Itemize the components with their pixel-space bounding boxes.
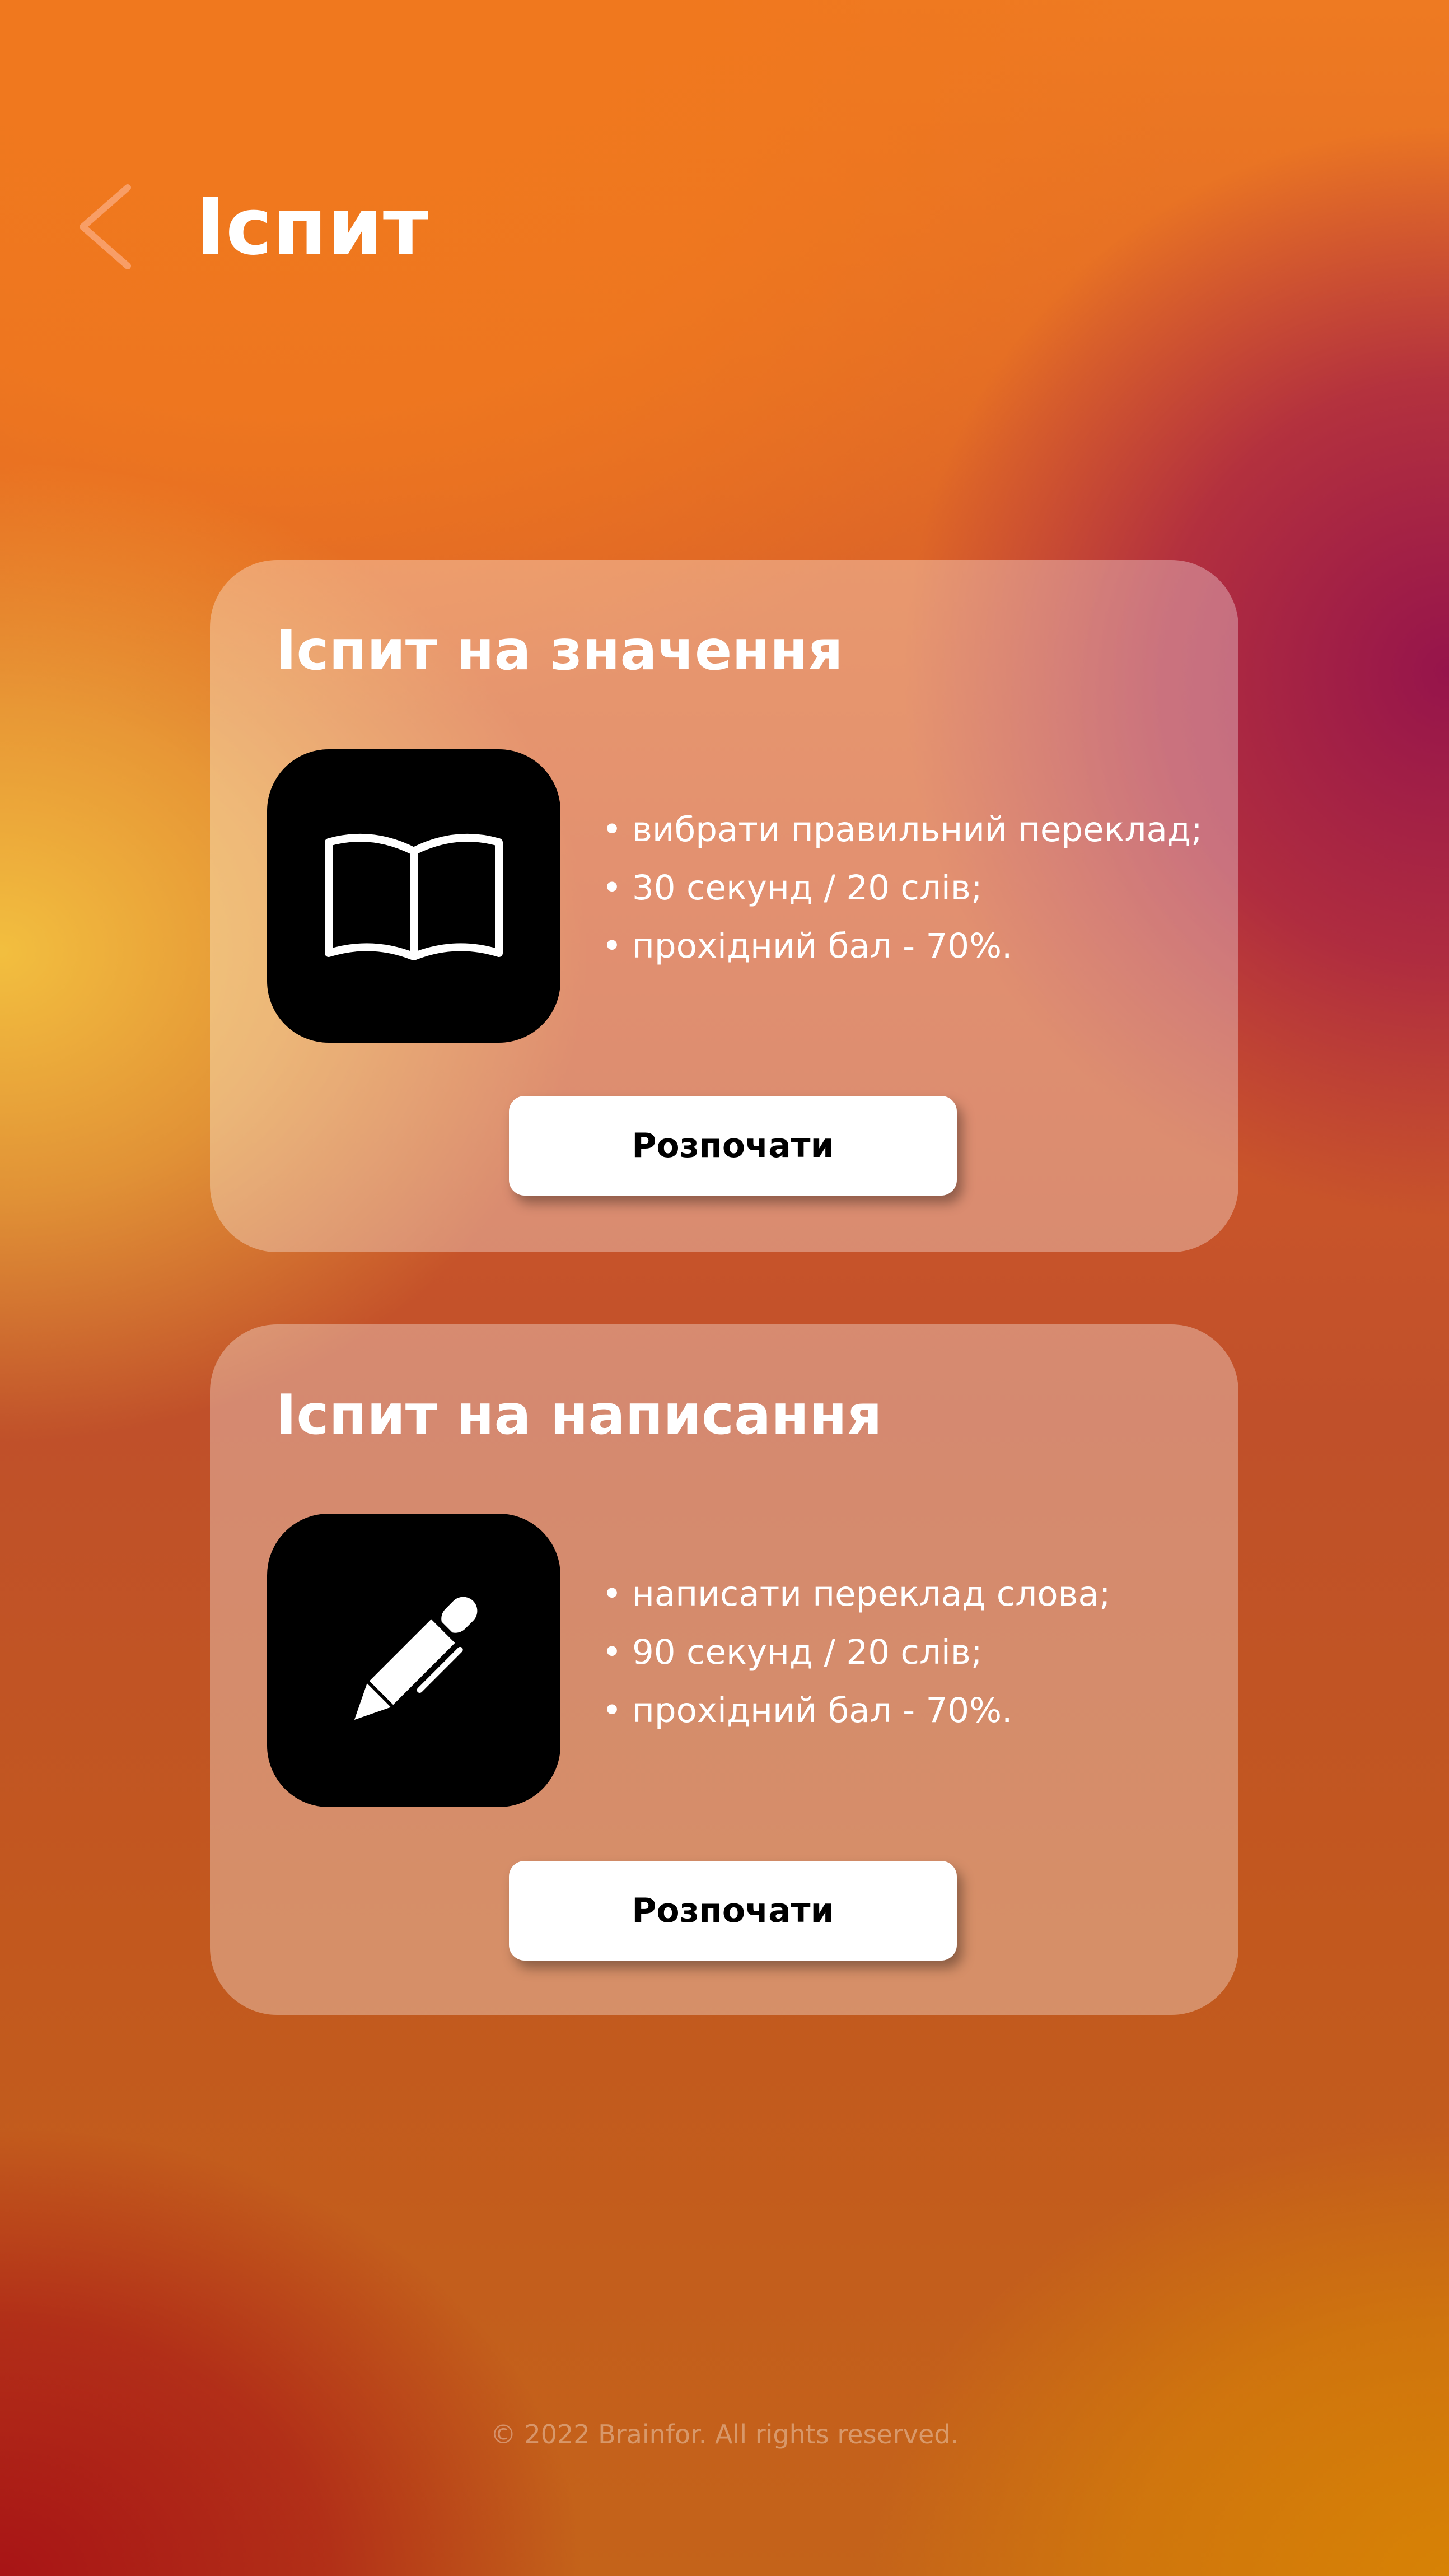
exam-rules-list: написати переклад слова; 90 секунд / 20 … (602, 1565, 1110, 1740)
list-item: вибрати правильний переклад; (602, 801, 1203, 859)
pen-icon (354, 1597, 478, 1720)
header: Іспит (73, 179, 429, 274)
footer-copyright: © 2022 Brainfor. All rights reserved. (490, 2419, 959, 2449)
exam-rules-list: вибрати правильний переклад; 30 секунд /… (602, 801, 1203, 976)
list-item: написати переклад слова; (602, 1565, 1110, 1623)
start-button[interactable]: Розпочати (509, 1096, 957, 1196)
page-title: Іспит (196, 181, 429, 273)
start-button[interactable]: Розпочати (509, 1861, 957, 1961)
exam-card-writing: Іспит на написання написати переклад сло… (210, 1324, 1238, 2015)
back-button[interactable] (73, 179, 146, 274)
exam-card-meaning: Іспит на значення вибрати правильний пер… (210, 560, 1238, 1252)
list-item: 90 секунд / 20 слів; (602, 1623, 1110, 1682)
chevron-left-icon (80, 184, 131, 269)
icon-tile (267, 1514, 560, 1807)
list-item: 30 секунд / 20 слів; (602, 859, 1203, 917)
card-title: Іспит на значення (276, 619, 843, 683)
open-book-icon (325, 833, 503, 960)
list-item: прохідний бал - 70%. (602, 1682, 1110, 1740)
list-item: прохідний бал - 70%. (602, 917, 1203, 976)
card-title: Іспит на написання (276, 1383, 882, 1447)
icon-tile (267, 749, 560, 1043)
